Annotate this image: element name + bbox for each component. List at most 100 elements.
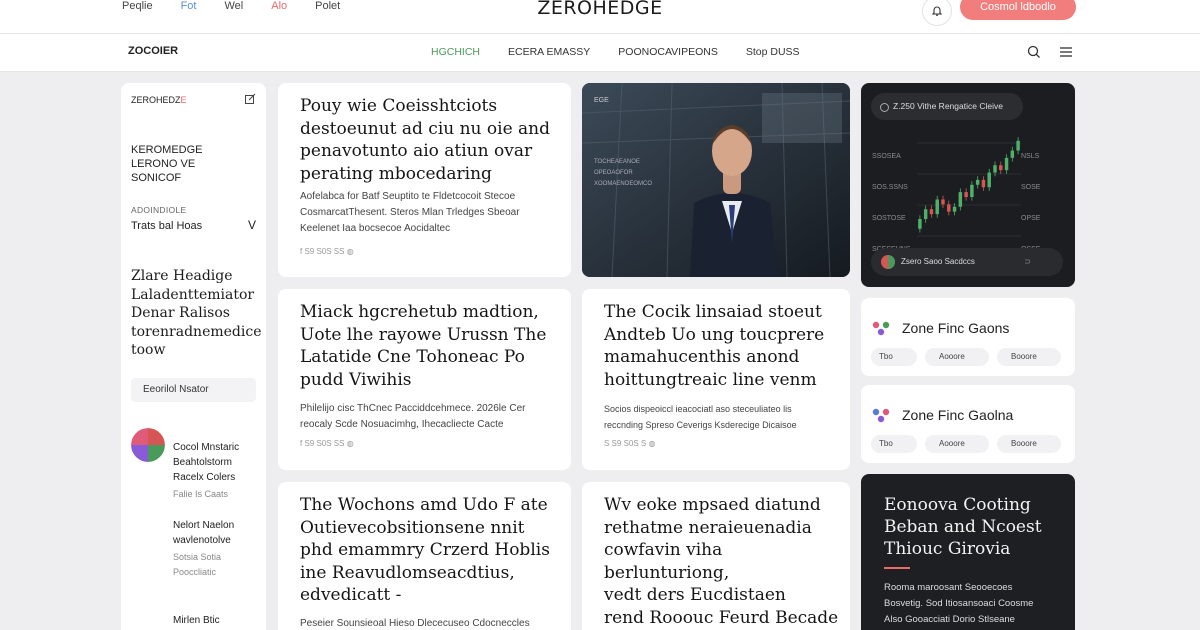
article-card[interactable]: The Wochons amd Udo F ate Outievecobsiti… (278, 482, 571, 630)
zone-chip[interactable]: Aooore (925, 348, 989, 366)
candle (918, 219, 922, 229)
sidebar-header-accent: E (180, 95, 187, 105)
zone-card[interactable]: Zone Finc Gaons Tbo Aooore Booore (861, 298, 1075, 376)
candle (947, 204, 951, 212)
market-logo-icon (881, 255, 895, 269)
section-nav: ZOCOIER HGCHICH ECERA EMASSY POONOCAVIPE… (0, 34, 1200, 72)
chart-left-label: SOSTOSE (872, 215, 906, 222)
photo-caption-line: XOOMAENOEOMCO (594, 181, 653, 187)
chart-right-label: OPSE (1021, 215, 1041, 222)
sidebar-list-item-title: Mirlen Btic Nbodnotort (173, 615, 220, 626)
edit-icon[interactable] (244, 93, 256, 105)
candle (1010, 150, 1015, 158)
article-title[interactable]: The Wochons amd Udo F ate Outievecobsiti… (300, 494, 552, 607)
candlestick-chart (917, 137, 1021, 237)
article-title[interactable]: Miack hgcrehetub madtion, Uote lhe rayow… (300, 301, 552, 391)
article-meta: S S9 S0S S ◍ (604, 439, 656, 448)
zone-chip[interactable]: Tbo (871, 348, 917, 366)
section-links: HGCHICH ECERA EMASSY POONOCAVIPEONS Stop… (431, 46, 800, 58)
candle (964, 192, 968, 197)
section-link-economy[interactable]: ECERA EMASSY (508, 46, 590, 58)
sidebar-list-item-meta: Falie Is Caats (173, 489, 229, 499)
chart-left-label: SOS.SSNS (872, 184, 908, 191)
article-title[interactable]: Pouy wie Coeisshtciots destoeunut ad ciu… (300, 95, 552, 185)
candle (999, 165, 1003, 171)
candle (981, 179, 986, 188)
chart-footer[interactable]: Zsero Saoo Sacdccs ⊃ (871, 248, 1063, 276)
candle (941, 199, 945, 205)
search-icon[interactable] (1026, 44, 1042, 60)
chart-right-labels: NSLS SOSE OPSE OSSE (1021, 141, 1040, 265)
sidebar-feature-title[interactable]: Zlare Headige Laladenttemiator Denar Ral… (131, 267, 261, 360)
section-nav-icons (1026, 44, 1074, 60)
article-meta: f S9 S0S SS ◍ (300, 439, 354, 448)
notifications-button[interactable] (922, 0, 952, 26)
article-card[interactable]: Wv eoke mpsaed diatund rethatme neraieue… (582, 482, 850, 630)
sidebar-header: ZEROHEDZE (131, 95, 187, 105)
sidebar-block-title: KEROMEDGE LERONO VE SONICOF (131, 144, 203, 184)
zone-chip[interactable]: Aooore (925, 435, 989, 453)
promo-title[interactable]: Eonoova Cooting Beban and Ncoest Thiouc … (884, 494, 1064, 560)
market-chart-card[interactable]: Z.250 Vithe Rengatice Cleive SSOSEA SOS.… (861, 83, 1075, 287)
bell-icon (931, 6, 943, 16)
article-excerpt: Philelijo cisc ThCnec Pacciddcehmece. 20… (300, 403, 526, 430)
article-card[interactable]: Miack hgcrehetub madtion, Uote lhe rayow… (278, 289, 571, 470)
candle (952, 206, 957, 212)
candle (929, 209, 934, 215)
sidebar-dropdown-label: Trats bal Hoas (131, 220, 203, 232)
chart-left-label: SSOSEA (872, 153, 901, 160)
article-card[interactable]: The Cocik linsaiad stoeut Andteb Uo ung … (582, 289, 850, 470)
feature-photo-card[interactable]: EGE TOCHEAEANOE OPEOAOFOR XOOMAENOEOMCO (582, 83, 850, 277)
sidebar-list-item-title: Nelort Naelon wavlenotolve (173, 520, 235, 546)
photo-caption-line: OPEOAOFOR (594, 170, 633, 176)
sidebar-list-item[interactable]: Mirlen Btic Nbodnotort (173, 598, 263, 630)
subscribe-button[interactable]: Cosmol ldbodlo (960, 0, 1076, 20)
top-bar: Peqlie Fot Wel Alo Polet ZEROHEDGE Cosmo… (0, 0, 1200, 34)
article-meta: f S9 S0S SS ◍ (300, 247, 354, 256)
zone-card-chips: Tbo Aooore Booore (871, 435, 1061, 453)
section-link-highlights[interactable]: HGCHICH (431, 46, 480, 58)
article-title[interactable]: The Cocik linsaiad stoeut Andteb Uo ung … (604, 301, 836, 391)
section-brand[interactable]: ZOCOIER (128, 45, 178, 57)
sidebar-list-item[interactable]: Nelort Naelon wavlenotolve Sotsia Sotia … (173, 503, 263, 595)
zone-card[interactable]: Zone Finc Gaolna Tbo Aooore Booore (861, 385, 1075, 463)
sidebar-small-label: ADOINDIOLE (131, 205, 187, 215)
zone-chip[interactable]: Booore (997, 435, 1061, 453)
zone-card-title: Zone Finc Gaolna (902, 407, 1014, 423)
sidebar: ZEROHEDZE KEROMEDGE LERONO VE SONICOF AD… (121, 83, 266, 630)
zone-chip[interactable]: Tbo (871, 435, 917, 453)
chevron-down-icon: V (247, 218, 256, 232)
promo-divider (884, 567, 910, 569)
photo-tag: EGE (594, 97, 609, 104)
section-link-positions[interactable]: POONOCAVIPEONS (618, 46, 718, 58)
zone-logo-icon (872, 408, 890, 423)
article-title[interactable]: Wv eoke mpsaed diatund rethatme neraieue… (604, 494, 844, 630)
candle (1016, 140, 1020, 151)
zone-logo-icon (872, 321, 890, 336)
candle (975, 179, 980, 185)
promo-text: Rooma maroosant Seooecoes Bosvetig. Sod … (884, 582, 1034, 625)
sidebar-button[interactable]: Eeorilol Nsator (131, 378, 256, 402)
zone-card-chips: Tbo Aooore Booore (871, 348, 1061, 366)
zone-chip[interactable]: Booore (997, 348, 1061, 366)
sidebar-dropdown[interactable]: Trats bal Hoas V (131, 218, 256, 232)
candle (935, 199, 939, 215)
chart-chip[interactable]: Z.250 Vithe Rengatice Cleive (871, 93, 1023, 120)
chart-left-labels: SSOSEA SOS.SSNS SOSTOSE SCESEUNS (872, 141, 911, 265)
section-link-stop[interactable]: Stop DUSS (746, 46, 800, 58)
article-card[interactable]: Pouy wie Coeisshtciots destoeunut ad ciu… (278, 83, 571, 277)
photo-caption: TOCHEAEANOE OPEOAOFOR XOOMAENOEOMCO (594, 157, 652, 190)
photo-caption-line: TOCHEAEANOE (594, 159, 640, 165)
zone-card-title: Zone Finc Gaons (902, 320, 1010, 336)
chart-right-label: SOSE (1021, 184, 1041, 191)
article-excerpt: Peseier Sounsieoal Hieso Dlececuseo Cdoc… (300, 618, 530, 629)
promo-card[interactable]: Eonoova Cooting Beban and Ncoest Thiouc … (861, 474, 1075, 630)
menu-icon[interactable] (1058, 44, 1074, 60)
candle (958, 192, 963, 207)
candle (993, 165, 997, 173)
candle (987, 172, 991, 188)
arrow-icon: ⊃ (1024, 257, 1031, 266)
article-excerpt: Aofelabca for Batf Seuptito te Fldetcoco… (300, 191, 520, 234)
candle (970, 184, 974, 197)
sidebar-header-label: ZEROHEDZ (131, 95, 181, 105)
